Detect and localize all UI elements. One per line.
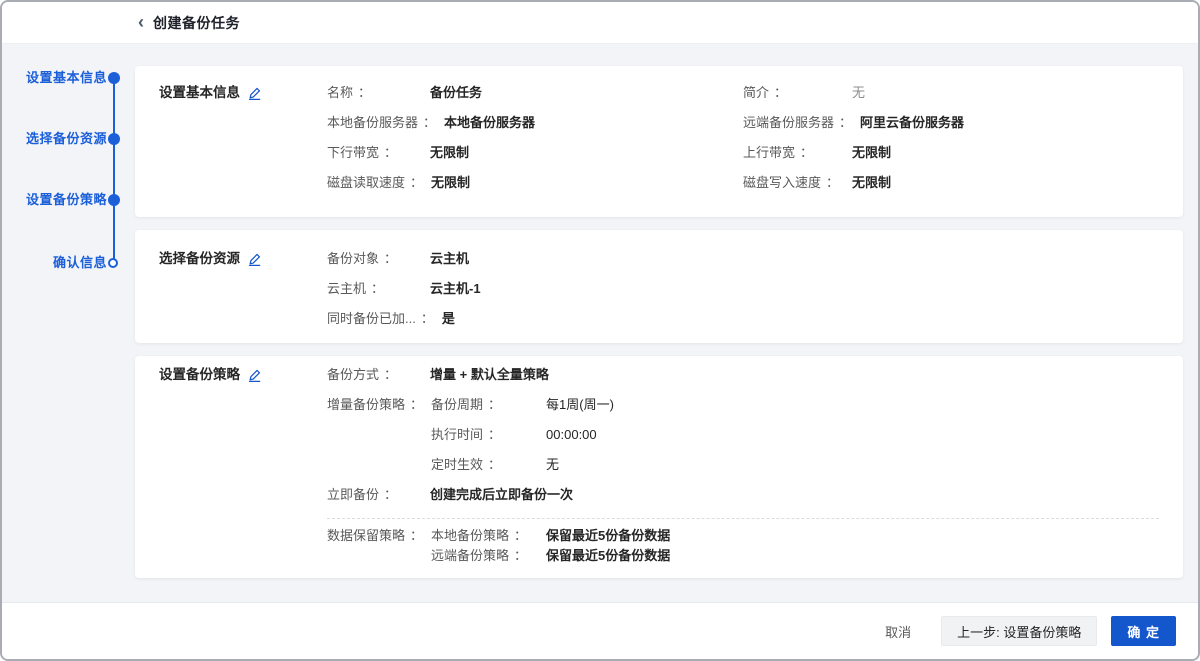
field-label: 本地备份服务器 (327, 115, 418, 130)
step-label: 选择备份资源 (26, 131, 107, 146)
card-title: 设置备份策略 (159, 360, 240, 390)
field-row: 远端备份策略： 保留最近5份备份数据 (431, 546, 1159, 566)
edit-basic-info-button[interactable] (248, 87, 261, 100)
field-row: 备份方式： 增量 + 默认全量策略 (327, 360, 1159, 390)
field-row: 名称： 备份任务 (327, 78, 743, 108)
step-label: 设置备份策略 (26, 192, 107, 207)
field-row: 下行带宽： 无限制 (327, 138, 743, 168)
incremental-policy-group: 增量备份策略： 备份周期： 每1周(周一) 执行时间： 00:00:00 (327, 390, 1159, 480)
field-label: 云主机 (327, 281, 366, 296)
field-label: 定时生效 (431, 457, 483, 472)
field-value: 无限制 (852, 168, 891, 198)
field-label: 名称 (327, 85, 353, 100)
wizard-steps: 设置基本信息 选择备份资源 设置备份策略 确认信息 (2, 44, 135, 602)
step-dot-hollow-icon (108, 258, 118, 268)
back-button[interactable]: ‹ (138, 14, 144, 32)
field-row: 上行带宽： 无限制 (743, 138, 1159, 168)
field-value: 每1周(周一) (546, 390, 614, 420)
previous-step-button[interactable]: 上一步: 设置备份策略 (941, 616, 1097, 646)
field-value: 无 (852, 78, 865, 108)
card-basic-info: 设置基本信息 名称： 备份任务 (135, 66, 1183, 217)
field-value: 无限制 (431, 168, 470, 198)
step-confirm-info[interactable]: 确认信息 (2, 253, 107, 273)
step-dot-filled-icon (108, 133, 120, 145)
action-bar: 取消 上一步: 设置备份策略 确 定 (2, 602, 1198, 659)
field-row: 云主机： 云主机-1 (327, 274, 1159, 304)
pencil-edit-icon (248, 87, 261, 100)
pencil-edit-icon (248, 369, 261, 382)
field-row: 本地备份服务器： 本地备份服务器 (327, 108, 743, 138)
field-label: 简介 (743, 85, 769, 100)
field-row: 同时备份已加...： 是 (327, 304, 1159, 334)
cancel-button[interactable]: 取消 (879, 616, 917, 646)
field-label: 同时备份已加... (327, 311, 416, 326)
field-value: 增量 + 默认全量策略 (430, 360, 549, 390)
step-dot-filled-icon (108, 194, 120, 206)
wizard-content: 设置基本信息 选择备份资源 设置备份策略 确认信息 设置基本信息 (2, 44, 1198, 602)
page-title: 创建备份任务 (153, 13, 240, 33)
field-row: 定时生效： 无 (431, 450, 1159, 480)
step-label: 确认信息 (53, 255, 107, 270)
field-label: 下行带宽 (327, 145, 379, 160)
step-label: 设置基本信息 (26, 70, 107, 85)
pencil-edit-icon (248, 253, 261, 266)
summary-cards: 设置基本信息 名称： 备份任务 (135, 44, 1183, 578)
field-label: 立即备份 (327, 487, 379, 502)
field-value: 是 (442, 304, 455, 334)
field-row: 执行时间： 00:00:00 (431, 420, 1159, 450)
field-value: 无限制 (852, 138, 891, 168)
card-title: 选择备份资源 (159, 244, 240, 274)
field-value: 保留最近5份备份数据 (546, 546, 670, 566)
field-row: 简介： 无 (743, 78, 1159, 108)
field-label: 执行时间 (431, 427, 483, 442)
field-label: 备份周期 (431, 397, 483, 412)
field-value: 备份任务 (430, 78, 482, 108)
field-label: 上行带宽 (743, 145, 795, 160)
field-label: 磁盘写入速度 (743, 175, 821, 190)
card-backup-policy: 设置备份策略 备份方式： 增量 + 默认全量策略 增量备份策略： (135, 356, 1183, 578)
field-value: 00:00:00 (546, 420, 597, 450)
dashed-divider (327, 518, 1159, 519)
field-label: 本地备份策略 (431, 528, 509, 543)
field-value: 阿里云备份服务器 (860, 108, 964, 138)
page-header: ‹ 创建备份任务 (2, 2, 1198, 44)
edit-resource-button[interactable] (248, 253, 261, 266)
field-label: 备份对象 (327, 251, 379, 266)
back-chevron-icon: ‹ (138, 13, 144, 31)
step-basic-info[interactable]: 设置基本信息 (2, 68, 107, 88)
field-value: 无 (546, 450, 559, 480)
field-label: 备份方式 (327, 367, 379, 382)
field-row: 立即备份： 创建完成后立即备份一次 (327, 480, 1159, 510)
field-value: 创建完成后立即备份一次 (430, 480, 573, 510)
card-title: 设置基本信息 (159, 78, 240, 108)
field-label: 磁盘读取速度 (327, 175, 405, 190)
steps-connector-line (113, 78, 115, 263)
field-row: 备份周期： 每1周(周一) (431, 390, 1159, 420)
create-backup-task-window: ‹ 创建备份任务 设置基本信息 选择备份资源 设置备份策略 确认信息 (0, 0, 1200, 661)
edit-policy-button[interactable] (248, 369, 261, 382)
field-row: 本地备份策略： 保留最近5份备份数据 (431, 526, 1159, 546)
step-dot-filled-icon (108, 72, 120, 84)
retention-policy-group: 数据保留策略： 本地备份策略： 保留最近5份备份数据 远端备份策略： 保留最近5… (327, 526, 1159, 566)
card-select-resource: 选择备份资源 备份对象： 云主机 云主机： 云 (135, 230, 1183, 343)
field-value: 云主机-1 (430, 274, 481, 304)
field-row: 远端备份服务器： 阿里云备份服务器 (743, 108, 1159, 138)
field-label: 远端备份服务器 (743, 115, 834, 130)
field-row: 磁盘写入速度： 无限制 (743, 168, 1159, 198)
field-label: 数据保留策略 (327, 528, 405, 543)
field-value: 云主机 (430, 244, 469, 274)
field-row: 磁盘读取速度： 无限制 (327, 168, 743, 198)
field-row: 备份对象： 云主机 (327, 244, 1159, 274)
step-backup-policy[interactable]: 设置备份策略 (2, 190, 107, 210)
confirm-button[interactable]: 确 定 (1111, 616, 1176, 646)
field-label: 增量备份策略 (327, 397, 405, 412)
field-value: 本地备份服务器 (444, 108, 535, 138)
field-label: 远端备份策略 (431, 548, 509, 563)
field-value: 保留最近5份备份数据 (546, 526, 670, 546)
field-value: 无限制 (430, 138, 469, 168)
step-select-resource[interactable]: 选择备份资源 (2, 129, 107, 149)
